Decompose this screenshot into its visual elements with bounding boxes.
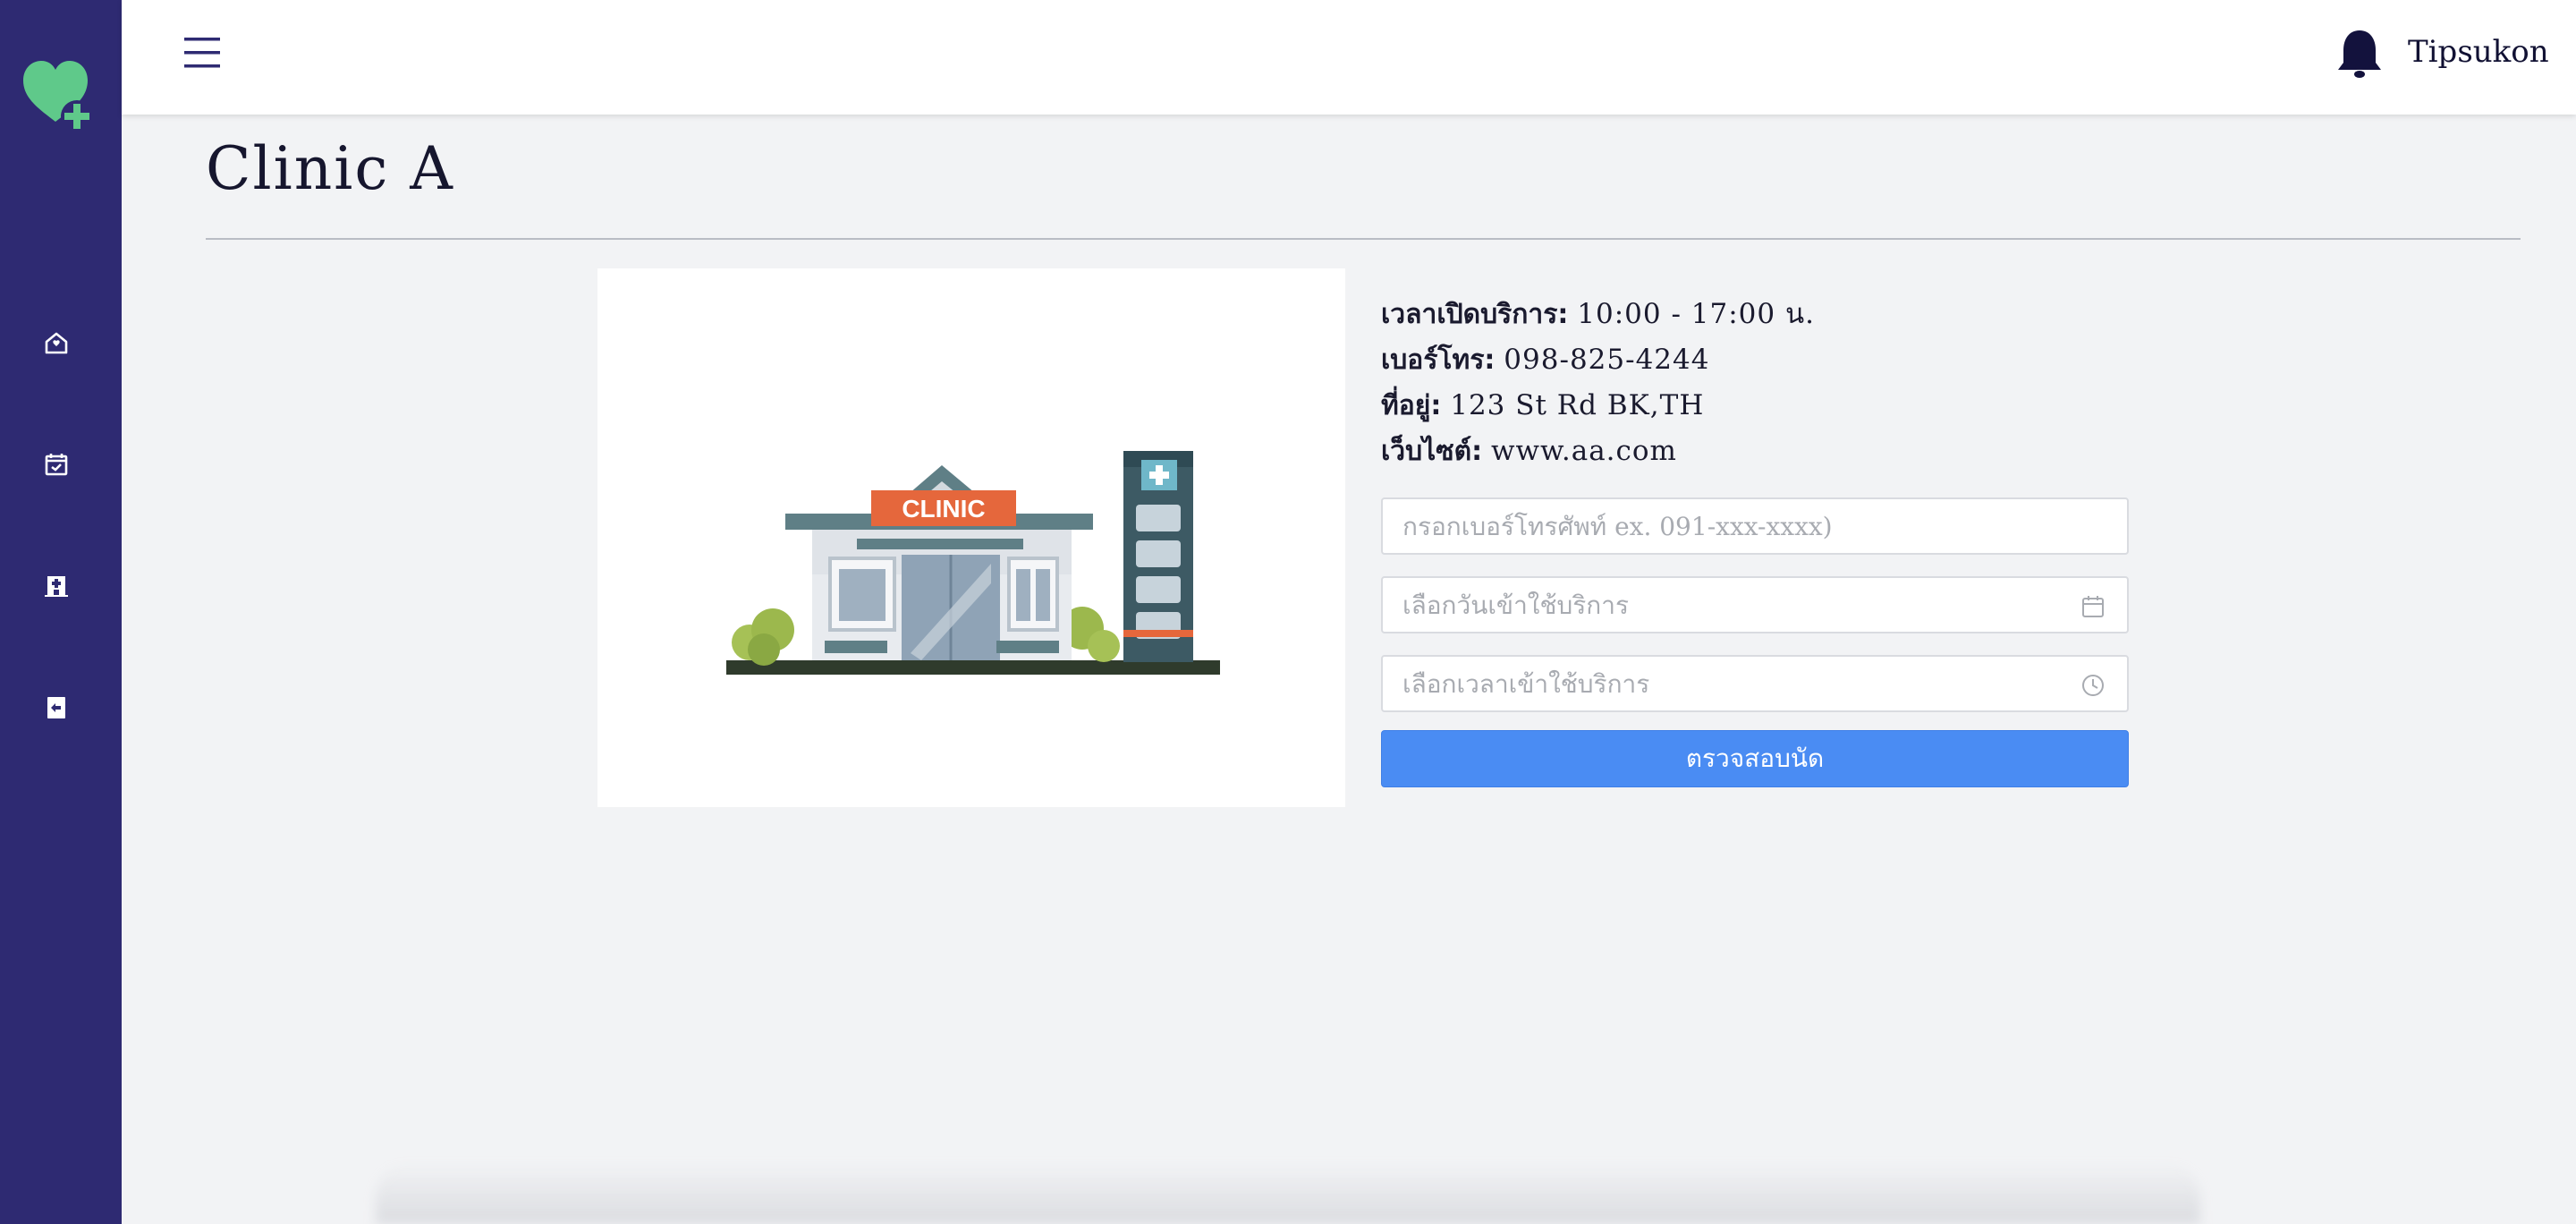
hamburger-menu-icon[interactable] [182,34,222,73]
home-icon[interactable] [41,327,72,358]
calendar-icon[interactable] [2080,594,2106,619]
hours-label: เวลาเปิดบริการ: [1381,299,1569,330]
phone-label: เบอร์โทร: [1381,344,1496,376]
bottom-shadow [376,1163,2200,1224]
phone-row: เบอร์โทร: 098-825-4244 [1381,337,1815,383]
clinic-image-card: CLINIC [597,268,1345,807]
hours-value: 10:00 - 17:00 น. [1577,298,1816,330]
clinic-sign-text: CLINIC [902,495,985,523]
bell-icon[interactable] [2334,27,2385,81]
heart-plus-icon[interactable] [21,59,97,134]
address-value: 123 St Rd BK,TH [1450,389,1705,421]
hours-row: เวลาเปิดบริการ: 10:00 - 17:00 น. [1381,292,1815,337]
phone-input[interactable] [1402,499,2127,553]
phone-field-wrapper [1381,497,2129,555]
logout-icon[interactable] [41,693,72,723]
time-field-wrapper [1381,655,2129,712]
username-label[interactable]: Tipsukon [2408,34,2549,70]
hospital-building-icon[interactable] [41,571,72,601]
top-navbar: Tipsukon [122,0,2576,115]
clinic-info: เวลาเปิดบริการ: 10:00 - 17:00 น. เบอร์โท… [1381,292,1815,474]
address-row: ที่อยู่: 123 St Rd BK,TH [1381,383,1815,429]
phone-value: 098-825-4244 [1504,344,1710,376]
clock-icon[interactable] [2080,673,2106,698]
address-label: ที่อยู่: [1381,390,1442,421]
date-field-wrapper [1381,576,2129,633]
website-label: เว็บไซต์: [1381,436,1483,467]
date-input[interactable] [1402,578,2127,632]
website-row: เว็บไซต์: www.aa.com [1381,429,1815,474]
time-input[interactable] [1402,657,2127,710]
clinic-building-illustration: CLINIC [726,451,1220,675]
website-value: www.aa.com [1490,435,1677,467]
calendar-check-icon[interactable] [41,449,72,480]
page-title: Clinic A [206,134,454,203]
sidebar [0,0,122,1224]
check-appointment-button[interactable]: ตรวจสอบนัด [1381,730,2129,787]
title-divider [206,238,2521,240]
